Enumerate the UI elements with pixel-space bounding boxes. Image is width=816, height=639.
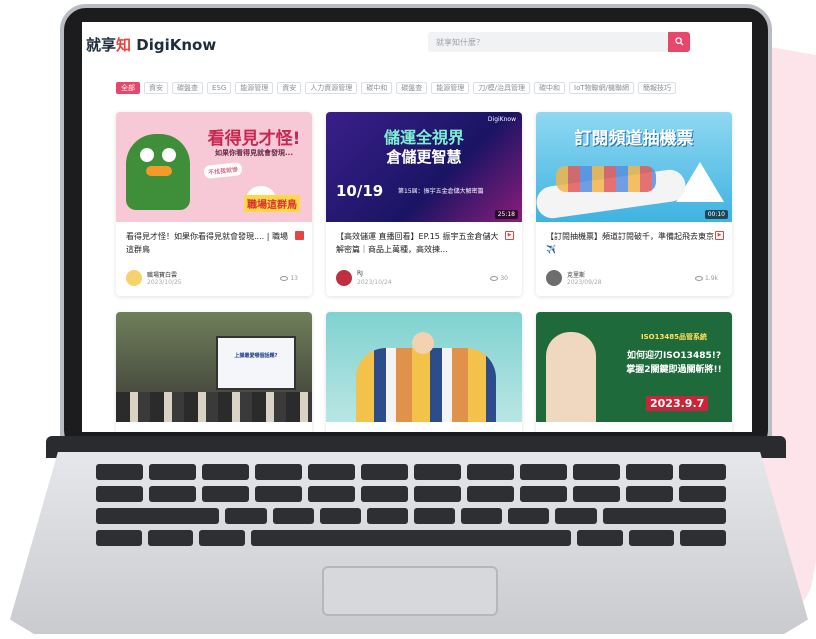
tag-item[interactable]: 資安	[144, 82, 168, 94]
post-date: 2023/09/28	[567, 279, 602, 286]
tag-item[interactable]: 能源管理	[431, 82, 470, 94]
trackpad	[322, 566, 498, 616]
thumb-title-line2: 上課最愛哪個話題?	[234, 353, 278, 359]
post-date: 2023/10/24	[357, 279, 392, 286]
card-thumbnail[interactable]: 看得見才怪! 如果你看得見就會發現... 不找我就慘 職場這群鳥	[116, 112, 312, 222]
tag-item[interactable]: 人力資源管理	[305, 82, 358, 94]
thumb-date: 10/19	[336, 182, 384, 200]
thumb-title-line2: 掌握2關鍵即過關斬將!!	[626, 365, 722, 375]
celebrating-people-illustration	[356, 348, 496, 422]
card-title[interactable]: 看得見才怪！如果你看得見就會發現.... | 職場這群鳥	[126, 230, 294, 258]
search-input[interactable]: 就享知什麼？	[428, 32, 668, 52]
avatar[interactable]	[336, 270, 352, 286]
content-card[interactable]: 訂閱頻道抽機票 00:10 【訂閱抽機票】頻道訂閱破千，準備起飛去東京✈️ ▶ …	[536, 112, 732, 296]
author-name[interactable]: 克里斯	[567, 270, 585, 279]
content-card[interactable]	[326, 312, 522, 432]
tag-item[interactable]: 碳盤查	[396, 82, 428, 94]
video-duration: 25:18	[494, 210, 518, 219]
thumb-badge: 職場這群鳥	[244, 195, 300, 212]
thumb-title: 訂閱頻道抽機票	[574, 129, 694, 149]
tag-item[interactable]: 能源管理	[235, 82, 274, 94]
tag-all[interactable]: 全部	[116, 82, 140, 94]
eye-icon	[490, 276, 499, 281]
author-name[interactable]: RJ	[357, 270, 363, 277]
view-count: 1.9k	[694, 275, 718, 282]
view-count: 13	[280, 275, 298, 282]
avatar[interactable]	[546, 270, 562, 286]
card-author-row: 克里斯 2023/09/28 1.9k	[546, 270, 722, 290]
author-name[interactable]: 職場寶白雲	[147, 270, 177, 279]
thumb-subtitle: 第15屆：振宇五金倉儲大解密篇	[398, 188, 484, 195]
site-logo[interactable]: 就享知 DigiKnow	[86, 34, 216, 55]
card-author-row: RJ 2023/10/24 30	[336, 270, 512, 290]
thumb-title: 如何迎刃ISO13485!?	[626, 351, 722, 361]
presentation-screen	[216, 336, 296, 390]
content-card[interactable]: 上課最愛哪個話題?	[116, 312, 312, 432]
video-duration: 00:10	[704, 210, 728, 219]
crowd-illustration	[556, 166, 656, 192]
thumb-subtitle: ISO13485品管系統	[641, 333, 707, 341]
content-card[interactable]: ISO13485品管系統 如何迎刃ISO13485!? 掌握2關鍵即過關斬將!!…	[536, 312, 732, 432]
card-thumbnail[interactable]: 上課最愛哪個話題?	[116, 312, 312, 422]
card-thumbnail[interactable]: ISO13485品管系統 如何迎刃ISO13485!? 掌握2關鍵即過關斬將!!…	[536, 312, 732, 422]
card-author-row: 職場寶白雲 2023/10/25 13	[126, 270, 302, 290]
tag-item[interactable]: ESG	[207, 82, 232, 94]
search-button[interactable]	[668, 32, 690, 52]
thumb-note: 不找我就慘	[203, 162, 243, 179]
audience-illustration	[116, 392, 312, 422]
view-count: 30	[490, 275, 508, 282]
video-icon: ▶	[505, 231, 514, 240]
eye-icon	[280, 276, 289, 281]
content-card[interactable]: 儲運全視界 倉儲更智慧 10/19 第15屆：振宇五金倉儲大解密篇 DigiKn…	[326, 112, 522, 296]
thumb-brand: DigiKnow	[487, 116, 516, 123]
card-thumbnail[interactable]	[326, 312, 522, 422]
tag-item[interactable]: 刀/模/治具管理	[473, 82, 531, 94]
tag-item[interactable]: 碳中和	[534, 82, 566, 94]
category-tag-bar: 全部 資安 碳盤查 ESG 能源管理 資安 人力資源管理 碳中和 碳盤查 能源管…	[116, 82, 752, 96]
tag-item[interactable]: 碳中和	[361, 82, 393, 94]
site-header: 就享知 DigiKnow 就享知什麼？	[82, 22, 752, 62]
search-icon	[674, 36, 684, 46]
document-icon	[295, 231, 304, 240]
thumb-subtitle: 如果你看得見就會發現...	[215, 149, 293, 157]
card-thumbnail[interactable]: 儲運全視界 倉儲更智慧 10/19 第15屆：振宇五金倉儲大解密篇 DigiKn…	[326, 112, 522, 222]
card-title[interactable]: 【高效儲運 直播回看】EP.15 振宇五金倉儲大解密篇｜商品上萬種，高效揀...	[336, 230, 504, 258]
person-head	[412, 332, 434, 354]
tag-item[interactable]: 簡報技巧	[638, 82, 676, 94]
eye-icon	[694, 276, 703, 281]
thumb-title-line2: 倉儲更智慧	[386, 148, 462, 166]
tag-item[interactable]: 資安	[277, 82, 302, 94]
presenter-illustration	[546, 332, 596, 422]
thumb-title: 看得見才怪!	[207, 129, 301, 149]
mascot-beak	[146, 166, 172, 176]
avatar[interactable]	[126, 270, 142, 286]
video-icon: ▶	[715, 231, 724, 240]
tag-item[interactable]: IoT物聯網/機聯網	[569, 82, 634, 94]
thumb-title: 儲運全視界	[383, 128, 464, 147]
post-date: 2023/10/25	[147, 279, 182, 286]
card-title[interactable]: 【訂閱抽機票】頻道訂閱破千，準備起飛去東京✈️	[546, 230, 714, 258]
browser-screen: 就享知 DigiKnow 就享知什麼？ 全部 資安 碳盤查 ESG 能源管理 資…	[82, 22, 752, 432]
tag-item[interactable]: 碳盤查	[172, 82, 203, 94]
content-card[interactable]: 看得見才怪! 如果你看得見就會發現... 不找我就慘 職場這群鳥 看得見才怪！如…	[116, 112, 312, 296]
card-thumbnail[interactable]: 訂閱頻道抽機票 00:10	[536, 112, 732, 222]
thumb-date: 2023.9.7	[646, 396, 709, 411]
keyboard	[96, 464, 726, 552]
mascot-eye	[140, 148, 154, 162]
